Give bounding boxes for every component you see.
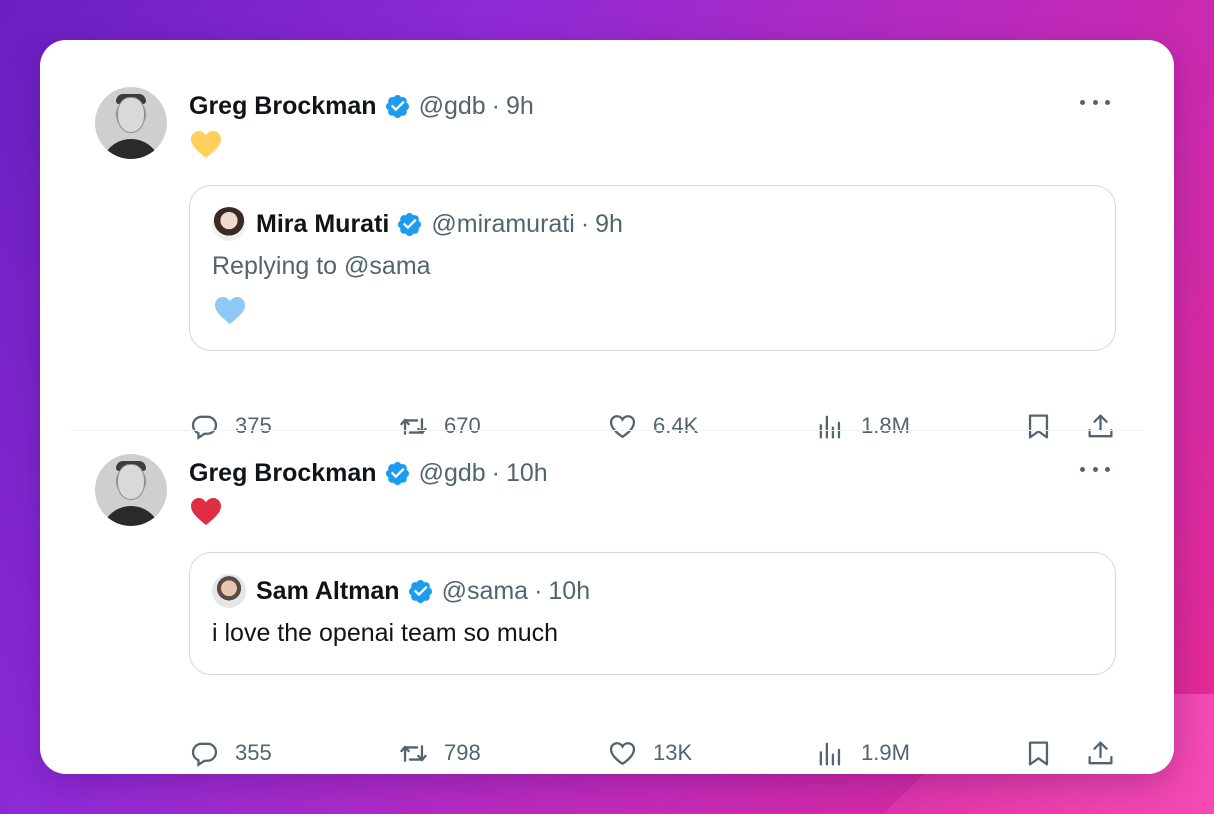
share-button[interactable] — [1086, 411, 1115, 441]
light-blue-heart-icon — [215, 297, 245, 324]
retweet-count: 798 — [444, 740, 481, 765]
replying-prefix: Replying to — [212, 252, 338, 280]
quoted-author-name: Mira Murati — [256, 209, 390, 238]
author-name[interactable]: Greg Brockman — [189, 92, 377, 121]
replying-to: Replying to @sama — [212, 252, 431, 281]
view-count: 1.8M — [861, 413, 910, 438]
like-icon — [609, 414, 636, 438]
red-heart-icon — [191, 498, 221, 525]
quoted-author-name: Sam Altman — [256, 576, 400, 605]
like-icon — [609, 741, 636, 765]
more-icon[interactable] — [1080, 459, 1110, 479]
separator: · — [580, 209, 590, 238]
verified-badge-icon — [408, 579, 432, 603]
views-button[interactable]: 1.9M — [816, 738, 910, 768]
reply-icon — [191, 742, 218, 767]
timestamp[interactable]: 10h — [506, 459, 548, 488]
tweet-header: Greg Brockman @gdb · 9h — [189, 90, 534, 122]
divider — [70, 430, 1144, 431]
retweet-icon — [400, 417, 427, 435]
reply-button[interactable]: 355 — [190, 738, 272, 768]
author-handle[interactable]: @gdb — [419, 459, 486, 488]
tweet-actions: 375 670 6.4K 1.8M — [190, 411, 1116, 441]
more-icon[interactable] — [1080, 92, 1110, 112]
author-name[interactable]: Greg Brockman — [189, 459, 377, 488]
reply-count: 355 — [235, 740, 272, 765]
verified-badge-icon — [398, 212, 422, 236]
quoted-timestamp: 10h — [548, 576, 591, 605]
bookmark-icon — [1028, 740, 1049, 766]
quoted-author-handle: @sama — [441, 576, 529, 605]
reply-count: 375 — [235, 413, 272, 438]
views-button[interactable]: 1.8M — [816, 411, 910, 441]
tweet-actions: 355 798 13K 1.9M — [190, 738, 1116, 768]
retweet-icon — [400, 744, 427, 762]
bookmark-button[interactable] — [1024, 411, 1053, 441]
separator: · — [534, 576, 543, 605]
quoted-tweet-text: i love the openai team so much — [212, 619, 559, 647]
quoted-tweet-header: Mira Murati @miramurati · 9h — [212, 206, 623, 242]
quoted-author-handle: @miramurati — [431, 209, 575, 238]
like-count: 13K — [653, 740, 693, 765]
bookmark-button[interactable] — [1024, 738, 1053, 768]
timestamp[interactable]: 9h — [506, 92, 534, 121]
tweet-card: Greg Brockman @gdb · 9h Mira Murati @mir… — [40, 40, 1174, 774]
view-count: 1.9M — [861, 740, 910, 765]
views-icon — [819, 415, 841, 439]
separator: · — [491, 91, 500, 120]
share-icon — [1088, 413, 1113, 437]
quoted-timestamp: 9h — [595, 209, 623, 238]
quoted-tweet-header: Sam Altman @sama · 10h — [212, 573, 590, 609]
yellow-heart-icon — [191, 131, 221, 158]
avatar[interactable] — [95, 87, 167, 159]
share-button[interactable] — [1086, 738, 1115, 768]
replying-handle[interactable]: @sama — [344, 252, 431, 280]
retweet-button[interactable]: 798 — [399, 738, 481, 768]
tweet-header: Greg Brockman @gdb · 10h — [189, 457, 548, 489]
avatar — [212, 207, 246, 241]
views-icon — [819, 742, 841, 766]
author-handle[interactable]: @gdb — [419, 92, 486, 121]
reply-icon — [191, 415, 218, 440]
verified-badge-icon — [385, 461, 409, 485]
like-button[interactable]: 13K — [608, 738, 692, 768]
like-count: 6.4K — [653, 413, 699, 438]
quoted-tweet[interactable]: Sam Altman @sama · 10h i love the openai… — [189, 552, 1116, 675]
bookmark-icon — [1028, 413, 1049, 439]
reply-button[interactable]: 375 — [190, 411, 272, 441]
like-button[interactable]: 6.4K — [608, 411, 698, 441]
share-icon — [1088, 740, 1113, 764]
retweet-count: 670 — [444, 413, 481, 438]
verified-badge-icon — [385, 94, 409, 118]
avatar — [212, 574, 246, 608]
separator: · — [491, 458, 500, 487]
retweet-button[interactable]: 670 — [399, 411, 481, 441]
avatar[interactable] — [95, 454, 167, 526]
quoted-tweet[interactable]: Mira Murati @miramurati · 9h Replying to… — [189, 185, 1116, 351]
